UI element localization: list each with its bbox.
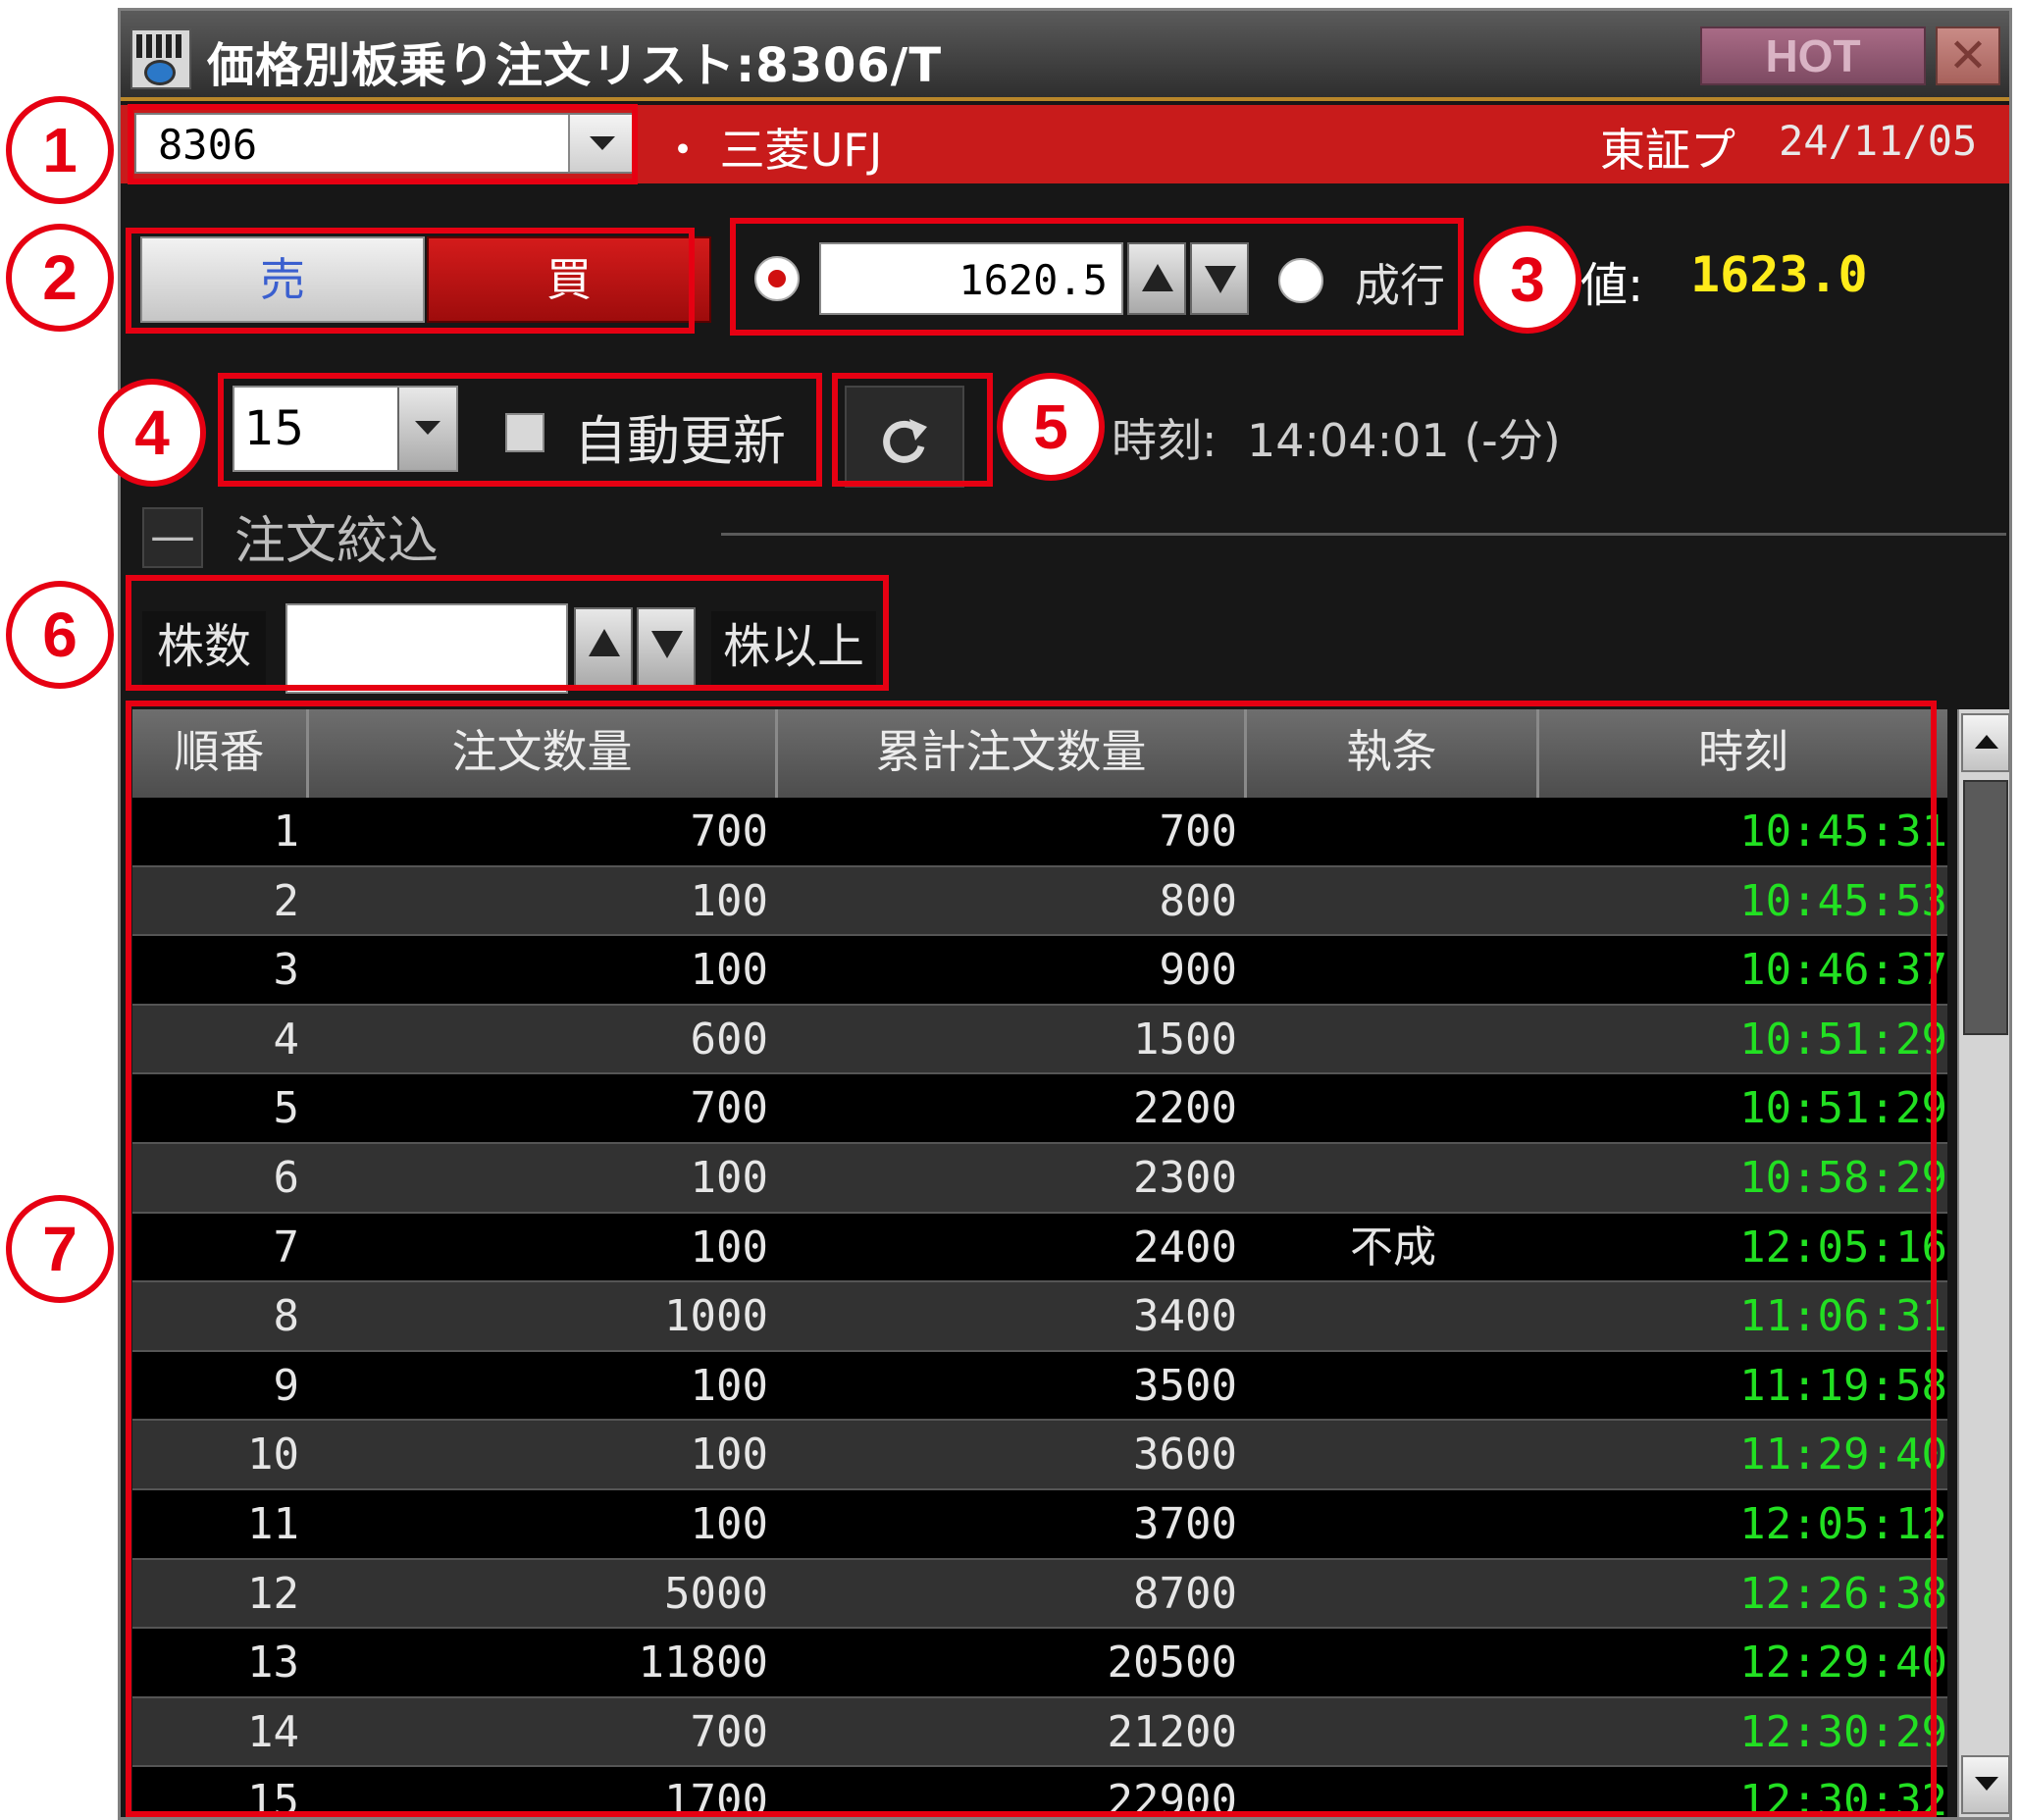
callout-box-2	[126, 228, 695, 334]
callout-box-3	[730, 218, 1464, 336]
window-title: 価格別板乗り注文リスト:8306/T	[207, 38, 943, 93]
divider	[721, 533, 2006, 536]
scroll-thumb[interactable]	[1963, 780, 2008, 1035]
callout-box-1	[128, 104, 638, 184]
update-time-value: 14:04:01 (-分)	[1247, 414, 1561, 467]
date-label: 24/11/05	[1779, 117, 1978, 165]
callout-badge-7: 7	[6, 1195, 114, 1303]
callout-badge-1: 1	[6, 96, 114, 204]
close-button[interactable]: ✕	[1936, 26, 2000, 85]
vertical-scrollbar[interactable]	[1957, 709, 2009, 1817]
arrow-down-icon	[1975, 1777, 1998, 1791]
callout-badge-6: 6	[6, 581, 114, 689]
current-price-label: 値:	[1580, 258, 1644, 313]
callout-badge-5: 5	[997, 373, 1105, 481]
filter-section-label: 注文絞込	[234, 512, 440, 571]
callout-box-6	[126, 575, 889, 691]
hot-button[interactable]: HOT	[1700, 26, 1926, 85]
callout-box-4	[218, 373, 822, 487]
callout-box-5	[832, 373, 993, 487]
stock-name: ・ 三菱UFJ	[660, 124, 883, 177]
current-price-value: 1623.0	[1690, 246, 1868, 303]
callout-badge-4: 4	[98, 379, 206, 487]
scroll-up-button[interactable]	[1961, 713, 2009, 772]
update-time-label: 時刻:	[1112, 414, 1217, 467]
scroll-down-button[interactable]	[1961, 1755, 2009, 1814]
callout-badge-2: 2	[6, 224, 114, 332]
filter-collapse-button[interactable]: —	[142, 507, 203, 568]
app-icon	[130, 28, 191, 89]
callout-badge-3: 3	[1474, 226, 1581, 334]
market-name: 東証プ	[1600, 124, 1735, 177]
callout-box-7	[126, 701, 1937, 1817]
arrow-up-icon	[1975, 735, 1998, 749]
title-bar[interactable]: 価格別板乗り注文リスト:8306/T HOT ✕	[121, 11, 2009, 101]
